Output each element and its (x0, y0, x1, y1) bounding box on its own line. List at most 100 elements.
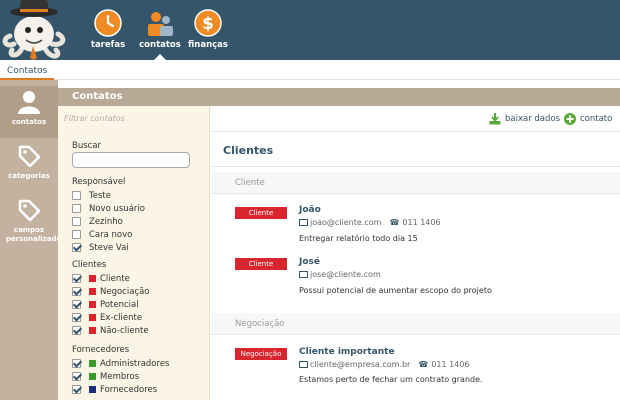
nav-contatos[interactable]: contatos (134, 9, 186, 50)
phone-icon: ☎ (418, 360, 429, 369)
checkbox-label: Negociação (100, 286, 150, 297)
search-input[interactable] (72, 152, 190, 168)
fornecedores-filter-label: Fornecedores (72, 345, 130, 355)
nav-contatos-label: contatos (139, 40, 181, 50)
contact-email[interactable]: joao@cliente.com (310, 218, 381, 227)
color-swatch (89, 373, 96, 380)
breadcrumb-bar: Contatos (0, 60, 620, 80)
nav-tarefas[interactable]: tarefas (82, 9, 134, 50)
checkbox-nao-cliente[interactable]: Não-cliente (72, 325, 149, 336)
status-badge: Negociação (235, 348, 287, 360)
tag-icon (18, 199, 41, 222)
contact-phone: 011 1406 (402, 218, 441, 227)
rail-item-categorias-label: categorias (8, 172, 50, 180)
rail-item-contatos-label: contatos (11, 118, 47, 126)
contact-phone: 011 1406 (431, 360, 470, 369)
rail-item-categorias[interactable]: categorias (0, 144, 58, 180)
checkbox-checked[interactable] (72, 243, 81, 252)
color-swatch (89, 288, 96, 295)
breadcrumb-contatos[interactable]: Contatos (0, 60, 55, 80)
group-header-negociacao: Negociação (211, 313, 620, 335)
checkbox-label: Potencial (100, 299, 139, 310)
contact-note: Possui potencial de aumentar escopo do p… (299, 286, 492, 295)
download-data-button[interactable]: baixar dados (489, 113, 560, 125)
contact-email[interactable]: jose@cliente.com (310, 270, 381, 279)
contact-name-link[interactable]: Cliente importante (299, 347, 395, 357)
clientes-filter-label: Clientes (72, 260, 107, 270)
main-toolbar: baixar dados contato (211, 106, 620, 132)
contact-name-link[interactable]: José (299, 257, 320, 267)
phone-icon: ☎ (389, 218, 400, 227)
status-badge: Cliente (235, 258, 287, 270)
people-icon (148, 12, 173, 36)
envelope-icon (299, 271, 308, 278)
checkbox-responsavel-teste[interactable]: Teste (72, 190, 111, 201)
contact-name-link[interactable]: João (299, 205, 321, 215)
tag-icon (18, 145, 41, 168)
section-divider (211, 166, 620, 167)
checkbox-checked[interactable] (72, 359, 81, 368)
color-swatch (89, 360, 96, 367)
checkbox-responsavel-novo-usuario[interactable]: Novo usuário (72, 203, 145, 214)
group-header-cliente: Cliente (211, 172, 620, 194)
checkbox-responsavel-cara-novo[interactable]: Cara novo (72, 229, 132, 240)
checkbox-responsavel-steve-vai[interactable]: Steve Vai (72, 242, 129, 253)
group-header-label: Cliente (235, 178, 265, 188)
color-swatch (89, 275, 96, 282)
person-icon (18, 91, 40, 114)
checkbox-checked[interactable] (72, 274, 81, 283)
checkbox-label: Membros (100, 371, 140, 382)
contact-info: joao@cliente.com ☎ 011 1406 (299, 218, 441, 227)
add-contact-button[interactable]: contato (564, 113, 612, 125)
checkbox-checked[interactable] (72, 313, 81, 322)
checkbox-ex-cliente[interactable]: Ex-cliente (72, 312, 142, 323)
rail-item-campos-personalizados-label: campos personalizados (6, 226, 66, 243)
checkbox-checked[interactable] (72, 300, 81, 309)
checkbox-fornecedores[interactable]: Fornecedores (72, 384, 157, 395)
checkbox-label: Cliente (100, 273, 130, 284)
checkbox-label: Steve Vai (89, 242, 129, 253)
checkbox-potencial[interactable]: Potencial (72, 299, 139, 310)
nav-tarefas-label: tarefas (90, 40, 126, 50)
checkbox-label: Fornecedores (100, 384, 158, 395)
checkbox-label: Não-cliente (100, 325, 149, 336)
left-rail: contatos categorias campos personalizado… (0, 80, 66, 400)
rail-item-campos-personalizados[interactable]: campos personalizados (0, 198, 66, 244)
checkbox-label: Teste (89, 190, 111, 201)
checkbox-membros[interactable]: Membros (72, 371, 139, 382)
nav-financas[interactable]: $ finanças (182, 9, 234, 50)
dollar-icon: $ (194, 9, 222, 37)
responsavel-label: Responsável (72, 177, 126, 187)
checkbox-negociacao[interactable]: Negociação (72, 286, 150, 297)
color-swatch (89, 327, 96, 334)
plus-circle-icon (564, 113, 576, 125)
rail-item-contatos[interactable]: contatos (0, 90, 58, 126)
filter-contacts-input[interactable]: Filtrar contatos (64, 112, 204, 126)
checkbox-responsavel-zezinho[interactable]: Zezinho (72, 216, 123, 227)
checkbox-checked[interactable] (72, 385, 81, 394)
checkbox-checked[interactable] (72, 287, 81, 296)
checkbox-cliente[interactable]: Cliente (72, 273, 130, 284)
search-label: Buscar (72, 141, 102, 151)
checkbox[interactable] (72, 191, 81, 200)
octopus-mascot-logo (2, 0, 66, 60)
page-title: Contatos (72, 91, 123, 102)
download-icon (489, 113, 501, 125)
nav-financas-label: finanças (188, 40, 228, 50)
checkbox-checked[interactable] (72, 326, 81, 335)
checkbox[interactable] (72, 204, 81, 213)
top-navigation-bar: tarefas contatos $ finanças (0, 0, 620, 60)
contact-info: cliente@empresa.com.br ☎ 011 1406 (299, 360, 469, 369)
contact-email[interactable]: cliente@empresa.com.br (310, 360, 410, 369)
checkbox-label: Cara novo (89, 229, 133, 240)
checkbox-checked[interactable] (72, 372, 81, 381)
svg-text:$: $ (202, 14, 214, 34)
checkbox-label: Ex-cliente (100, 312, 143, 323)
color-swatch (89, 314, 96, 321)
checkbox[interactable] (72, 217, 81, 226)
checkbox[interactable] (72, 230, 81, 239)
checkbox-administradores[interactable]: Administradores (72, 358, 169, 369)
download-data-label: baixar dados (505, 114, 561, 124)
checkbox-label: Administradores (100, 358, 170, 369)
color-swatch (89, 301, 96, 308)
